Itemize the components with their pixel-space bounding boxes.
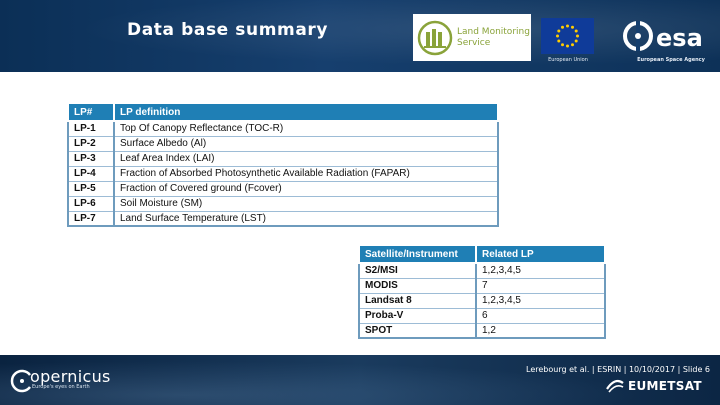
lp-id-header: LP# <box>67 102 115 122</box>
instrument-cell: Proba-V <box>359 308 477 324</box>
instrument-cell: MODIS <box>359 278 477 294</box>
eumetsat-swoosh-icon <box>606 379 624 393</box>
related-lp-cell: 1,2,3,4,5 <box>476 293 605 309</box>
esa-wordmark: esa <box>656 24 703 52</box>
copernicus-logo: opernicus Europe's eyes on Earth <box>10 367 111 393</box>
table-row: Proba-V 6 <box>359 308 605 324</box>
table-row: LP-3 Leaf Area Index (LAI) <box>68 151 498 167</box>
lp-definition-cell: Soil Moisture (SM) <box>114 196 498 212</box>
related-lp-cell: 7 <box>476 278 605 294</box>
lms-logo-line1: Land Monitoring <box>457 26 530 37</box>
related-lp-header: Related LP <box>475 244 606 264</box>
lp-id-cell: LP-4 <box>68 166 115 182</box>
table-row: LP-5 Fraction of Covered ground (Fcover) <box>68 181 498 197</box>
lp-definition-cell: Leaf Area Index (LAI) <box>114 151 498 167</box>
instrument-cell: S2/MSI <box>359 262 477 279</box>
eumetsat-logo: EUMETSAT <box>606 379 702 393</box>
lp-definition-cell: Land Surface Temperature (LST) <box>114 211 498 227</box>
lp-id-cell: LP-1 <box>68 120 115 137</box>
lp-definition-cell: Surface Albedo (Al) <box>114 136 498 152</box>
lp-id-cell: LP-2 <box>68 136 115 152</box>
table-row: LP-4 Fraction of Absorbed Photosynthetic… <box>68 166 498 182</box>
land-monitoring-service-logo: Land Monitoring Service <box>413 14 531 61</box>
related-lp-cell: 1,2,3,4,5 <box>476 262 605 279</box>
table-row: LP-6 Soil Moisture (SM) <box>68 196 498 212</box>
top-banner <box>0 0 720 72</box>
eu-flag-icon <box>541 18 594 54</box>
lp-definition-header: LP definition <box>113 102 499 122</box>
table-row: Landsat 8 1,2,3,4,5 <box>359 293 605 309</box>
lp-definition-cell: Top Of Canopy Reflectance (TOC-R) <box>114 120 498 137</box>
table-row: SPOT 1,2 <box>359 323 605 339</box>
esa-logo-icon: esa <box>623 21 703 52</box>
esa-caption: European Space Agency <box>637 57 705 63</box>
copernicus-ring-icon <box>10 369 31 393</box>
lms-logo-line2: Service <box>457 37 491 48</box>
instrument-cell: Landsat 8 <box>359 293 477 309</box>
table-row: MODIS 7 <box>359 278 605 294</box>
instrument-header: Satellite/Instrument <box>358 244 477 264</box>
instrument-cell: SPOT <box>359 323 477 339</box>
table-row: LP-7 Land Surface Temperature (LST) <box>68 211 498 227</box>
satellite-instrument-table: Satellite/Instrument Related LP S2/MSI 1… <box>358 244 606 339</box>
related-lp-cell: 1,2 <box>476 323 605 339</box>
lp-definition-table: LP# LP definition LP-1 Top Of Canopy Ref… <box>67 102 499 227</box>
slide-footer-info: Lerebourg et al. | ESRIN | 10/10/2017 | … <box>526 365 710 374</box>
lp-id-cell: LP-3 <box>68 151 115 167</box>
table-row: LP-2 Surface Albedo (Al) <box>68 136 498 152</box>
related-lp-cell: 6 <box>476 308 605 324</box>
lp-definition-cell: Fraction of Absorbed Photosynthetic Avai… <box>114 166 498 182</box>
table-row: LP-1 Top Of Canopy Reflectance (TOC-R) <box>68 120 498 137</box>
slide-title: Data base summary <box>127 20 329 40</box>
lp-id-cell: LP-6 <box>68 196 115 212</box>
table-row: S2/MSI 1,2,3,4,5 <box>359 262 605 279</box>
lp-definition-cell: Fraction of Covered ground (Fcover) <box>114 181 498 197</box>
eumetsat-wordmark: EUMETSAT <box>628 379 702 393</box>
eu-caption: European Union <box>548 57 588 63</box>
lp-id-cell: LP-7 <box>68 211 115 227</box>
lms-leaf-icon <box>417 20 453 55</box>
lp-id-cell: LP-5 <box>68 181 115 197</box>
